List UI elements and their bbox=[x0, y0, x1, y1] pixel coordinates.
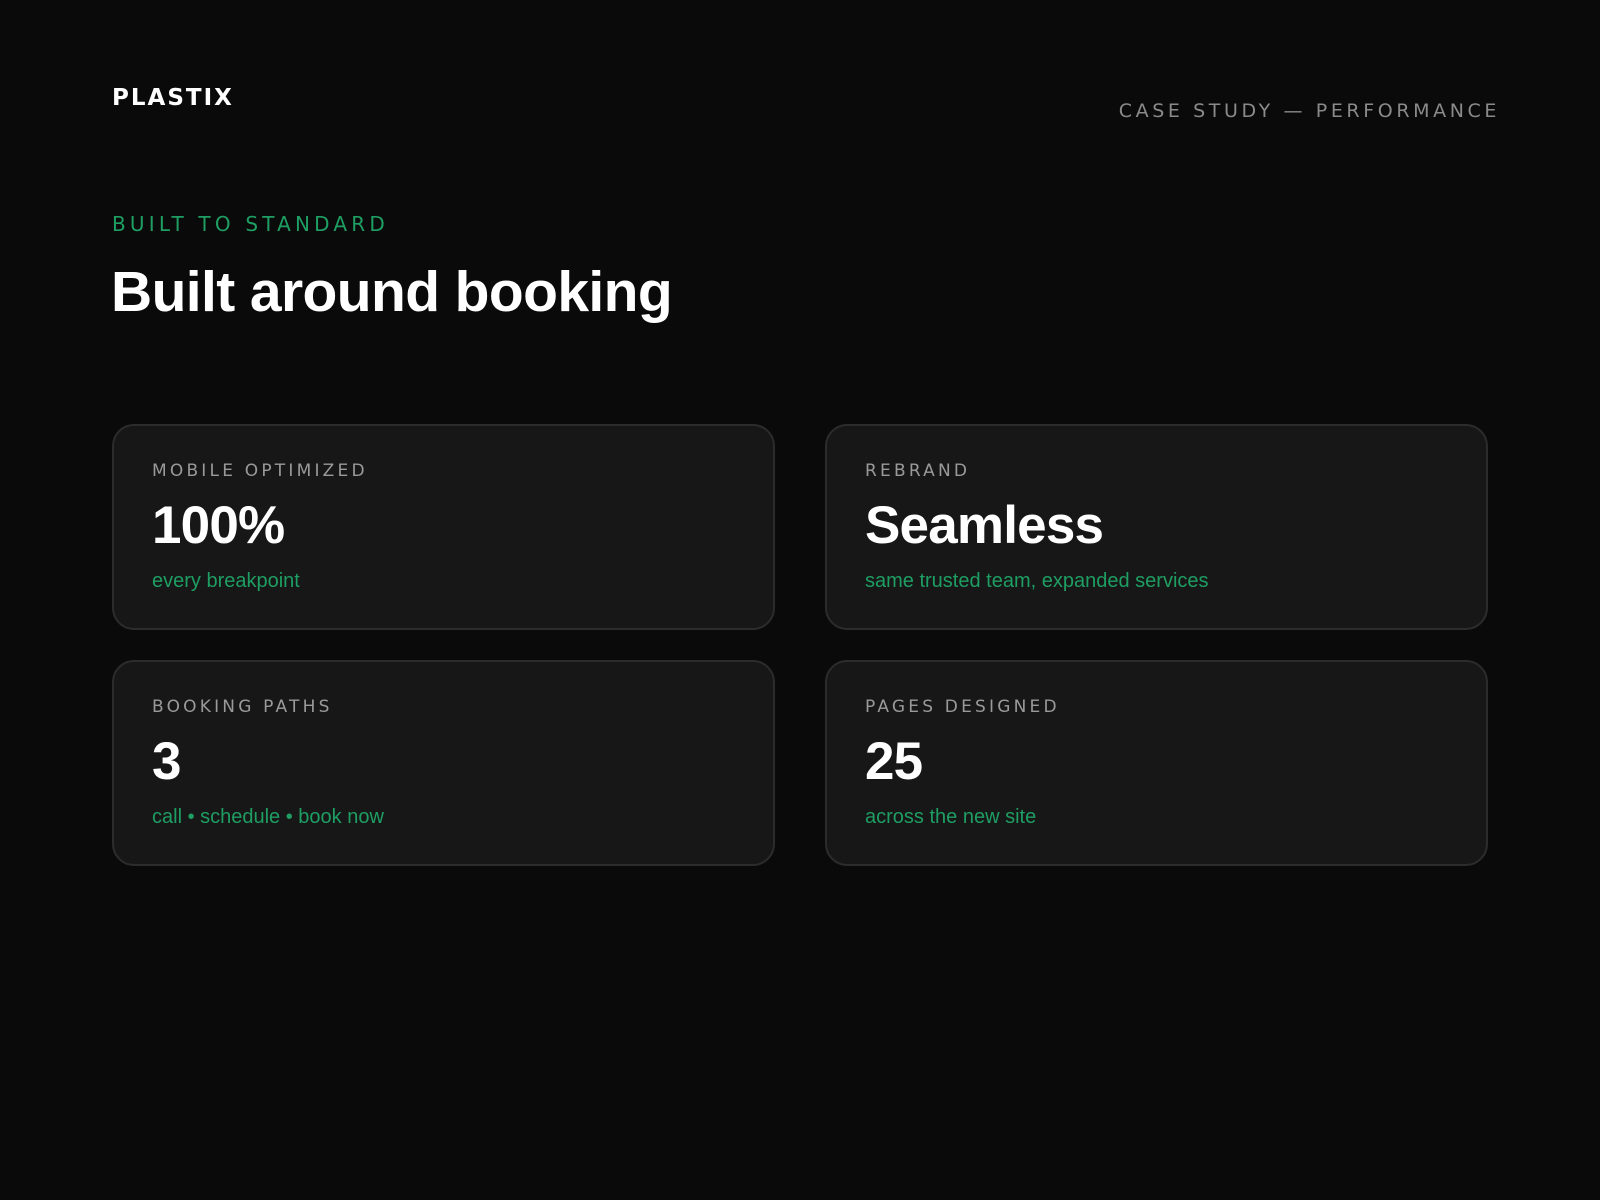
stat-value: 25 bbox=[865, 732, 923, 791]
stat-caption: every breakpoint bbox=[152, 570, 300, 592]
stats-grid: MOBILE OPTIMIZED 100% every breakpoint R… bbox=[112, 424, 1488, 866]
stat-card-mobile-optimized: MOBILE OPTIMIZED 100% every breakpoint bbox=[112, 424, 775, 630]
case-study-tagline: CASE STUDY — PERFORMANCE bbox=[1118, 100, 1500, 122]
stat-label: BOOKING PATHS bbox=[152, 697, 333, 717]
stat-value: Seamless bbox=[865, 496, 1104, 555]
brand-logo: PLASTIX bbox=[112, 85, 234, 111]
stat-value: 3 bbox=[152, 732, 181, 791]
stat-card-rebrand: REBRAND Seamless same trusted team, expa… bbox=[825, 424, 1488, 630]
stat-caption: call • schedule • book now bbox=[152, 806, 384, 828]
stat-label: REBRAND bbox=[865, 461, 971, 481]
stat-card-pages-designed: PAGES DESIGNED 25 across the new site bbox=[825, 660, 1488, 866]
stat-caption: across the new site bbox=[865, 806, 1037, 828]
stat-value: 100% bbox=[152, 496, 285, 555]
stat-caption: same trusted team, expanded services bbox=[865, 570, 1209, 592]
stat-card-booking-paths: BOOKING PATHS 3 call • schedule • book n… bbox=[112, 660, 775, 866]
stat-label: MOBILE OPTIMIZED bbox=[152, 461, 368, 481]
page-title: Built around booking bbox=[111, 260, 673, 324]
section-eyebrow: BUILT TO STANDARD bbox=[112, 212, 389, 236]
stat-label: PAGES DESIGNED bbox=[865, 697, 1060, 717]
